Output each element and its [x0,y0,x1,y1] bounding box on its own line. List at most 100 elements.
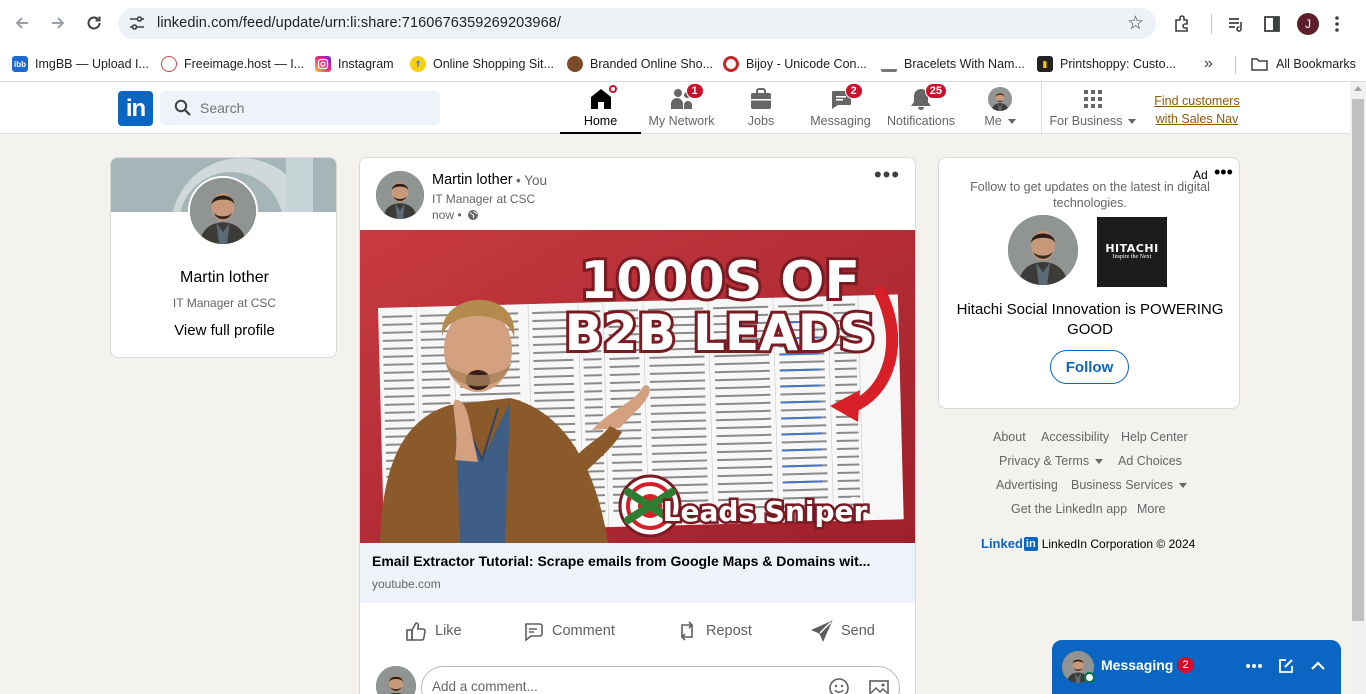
back-icon[interactable] [11,12,33,34]
bookmark-item[interactable]: Instagram [315,54,394,74]
footer-link-privacy-terms[interactable]: Privacy & Terms [999,454,1104,468]
repost-label: Repost [706,623,752,639]
nav-messaging-label: Messaging [810,114,871,128]
footer-link-business-services[interactable]: Business Services [1071,478,1188,492]
thumbnail-line-1: 1000S OF [580,251,860,311]
footer-link-help-center[interactable]: Help Center [1121,430,1188,444]
post-timestamp: now • [432,208,479,222]
scroll-up-arrow-icon[interactable] [1354,86,1362,91]
footer-link-about[interactable]: About [993,430,1026,444]
footer-link-get-app[interactable]: Get the LinkedIn app [1011,502,1127,516]
linkedin-logo[interactable]: in [118,91,153,126]
bookmark-item[interactable]: f Online Shopping Sit... [410,54,554,74]
link-preview[interactable]: Email Extractor Tutorial: Scrape emails … [360,543,915,603]
like-button[interactable]: Like [405,618,462,644]
messaging-more-icon[interactable] [1243,655,1265,677]
bookmarks-divider [1235,56,1236,74]
compose-message-icon[interactable] [1275,655,1297,677]
thumbnail-headline: 1000S OF B2B LEADS [562,248,879,365]
comment-composer: Add a comment... [360,658,915,694]
footer-link-accessibility[interactable]: Accessibility [1041,430,1109,444]
nav-me[interactable]: Me [961,87,1039,134]
notifications-badge: 25 [924,83,947,99]
header-divider [1041,82,1042,134]
grid-icon [1081,87,1105,111]
view-profile-link[interactable]: View full profile [111,322,336,339]
ad-member-avatar [1008,215,1078,285]
bookmark-item[interactable]: ▮ Printshoppy: Custo... [1037,54,1176,74]
browser-menu-icon[interactable] [1326,13,1348,35]
url-text[interactable]: linkedin.com/feed/update/urn:li:share:71… [157,15,561,31]
nav-messaging[interactable]: 2 Messaging [800,83,881,134]
leads-sniper-text: Leads Sniper [663,495,868,528]
post-more-options-icon[interactable]: ••• [873,164,901,191]
post-author-avatar[interactable] [376,171,424,219]
footer-link-more[interactable]: More [1137,502,1165,516]
follow-button[interactable]: Follow [1050,350,1129,384]
nav-my-network-label: My Network [648,114,715,128]
nav-notifications[interactable]: 25 Notifications [881,83,961,134]
nav-jobs[interactable]: Jobs [722,87,800,134]
bookmark-star-icon[interactable]: ☆ [1127,12,1144,35]
nav-home-label: Home [583,114,618,128]
me-avatar [988,87,1012,111]
post-author-name[interactable]: Martin lother [432,172,513,188]
copyright-text: LinkedIn Corporation © 2024 [1041,536,1196,551]
messaging-badge: 2 [844,83,863,99]
hitachi-logo[interactable]: HITACHI Inspire the Next [1097,217,1167,287]
bookmark-item[interactable]: Freeimage.host — I... [161,54,304,74]
nav-home[interactable]: Home [560,83,641,134]
thumbs-up-icon [406,622,426,641]
ad-headline[interactable]: Hitachi Social Innovation is POWERING GO… [949,300,1231,340]
search-input[interactable] [200,98,430,118]
page-scrollbar[interactable] [1350,82,1366,694]
bookmarks-overflow-icon[interactable]: » [1204,54,1213,74]
chevron-down-icon [1179,483,1188,489]
bookmark-item[interactable]: Bijoy - Unicode Con... [723,54,867,74]
footer-link-advertising[interactable]: Advertising [996,478,1058,492]
comment-input[interactable]: Add a comment... [421,666,900,694]
promo-line-2: with Sales Nav [1155,112,1239,126]
linkedin-header: in Home 1 My Network Jobs 2 Messaging [0,82,1350,134]
profile-name[interactable]: Martin lother [111,269,336,287]
bookmarks-bar: ibb ImgBB — Upload I... Freeimage.host —… [0,47,1366,82]
nav-my-network[interactable]: 1 My Network [641,83,722,134]
nav-for-business[interactable]: For Business [1047,87,1139,134]
link-preview-source: youtube.com [372,577,441,591]
side-panel-icon[interactable] [1261,13,1283,35]
image-icon[interactable] [868,677,890,694]
scrollbar-thumb[interactable] [1352,99,1364,621]
footer-link-ad-choices[interactable]: Ad Choices [1118,454,1182,468]
video-thumbnail[interactable]: 1000S OF B2B LEADS Leads Sniper TM [360,230,915,543]
media-queue-icon[interactable] [1225,13,1247,35]
forward-icon[interactable] [47,12,69,34]
extensions-icon[interactable] [1171,13,1193,35]
all-bookmarks-button[interactable]: All Bookmarks [1251,54,1356,74]
footer-copyright: Linked in LinkedIn Corporation © 2024 [981,536,1195,551]
bookmark-item[interactable]: Branded Online Sho... [567,54,713,74]
bookmark-item[interactable]: Bracelets With Nam... [881,54,1025,74]
profile-avatar[interactable] [188,176,258,246]
freeimage-icon [161,56,177,72]
search-bar[interactable] [160,91,440,125]
sales-nav-promo-link[interactable]: Find customers with Sales Nav [1144,92,1250,128]
profile-card: Martin lother IT Manager at CSC View ful… [110,157,337,358]
flipkart-icon: f [410,56,426,72]
repost-button[interactable]: Repost [676,618,752,644]
link-preview-title[interactable]: Email Extractor Tutorial: Scrape emails … [372,553,870,569]
nav-jobs-label: Jobs [747,114,775,128]
site-info-icon[interactable] [128,15,146,31]
repost-icon [680,621,694,641]
comment-button[interactable]: Comment [522,618,615,644]
address-bar[interactable]: linkedin.com/feed/update/urn:li:share:71… [118,8,1156,39]
messaging-overlay-bar[interactable]: Messaging 2 [1052,640,1341,694]
bookmark-item[interactable]: ibb ImgBB — Upload I... [12,54,149,74]
chevron-up-icon[interactable] [1307,655,1329,677]
emoji-icon[interactable] [828,677,850,694]
messaging-label[interactable]: Messaging [1101,657,1173,673]
bookmark-label: Bracelets With Nam... [904,57,1025,71]
reload-icon[interactable] [83,12,105,34]
bookmark-label: Online Shopping Sit... [433,57,554,71]
send-button[interactable]: Send [811,618,875,644]
browser-profile-avatar[interactable]: J [1297,13,1319,35]
